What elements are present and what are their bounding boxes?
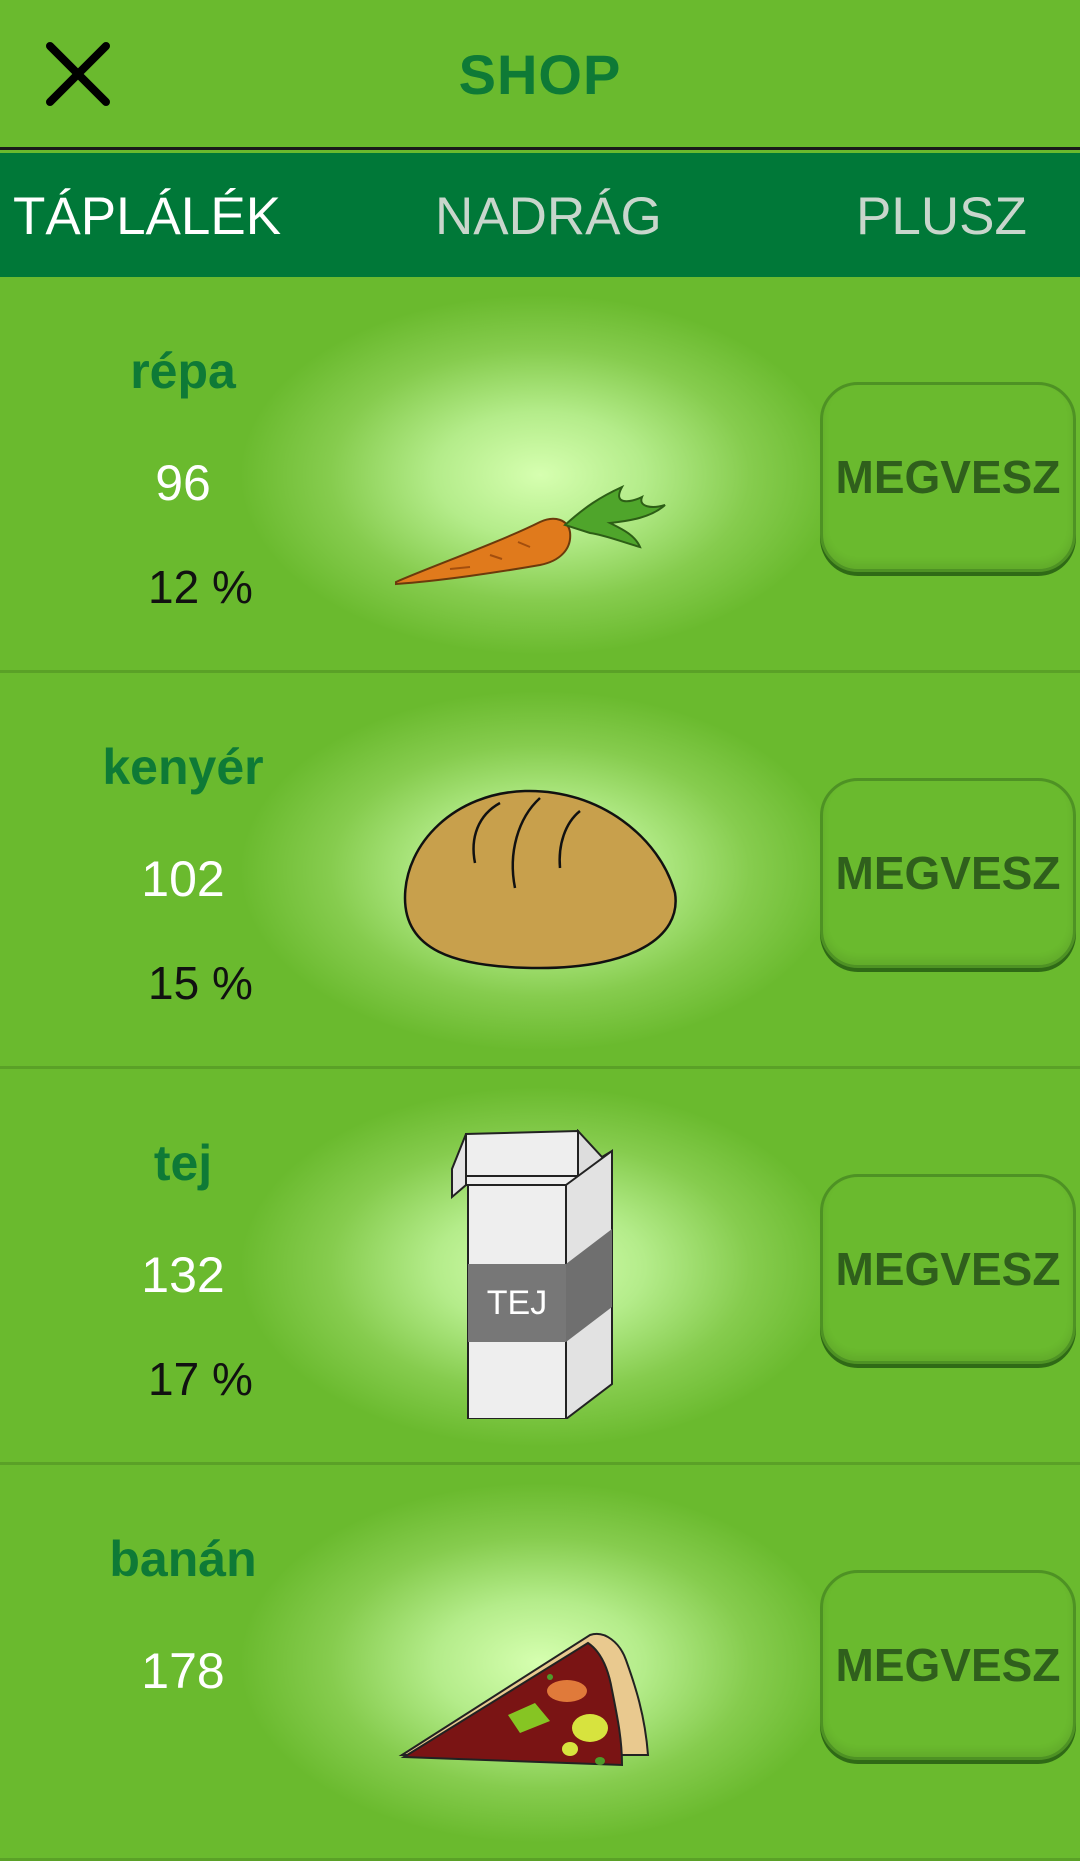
milk-carton-label: TEJ [486,1284,548,1322]
top-bar: SHOP [0,0,1080,150]
milk-carton-icon: TEJ [390,1128,690,1422]
item-name: tej [153,1135,213,1191]
item-price: 132 [141,1247,225,1303]
item-price: 178 [141,1643,225,1699]
tab-bar: TÁPLÁLÉK NADRÁG PLUSZ [0,153,1080,277]
pizza-slice-icon [390,1525,690,1815]
item-price: 96 [155,455,211,511]
tab-plusz[interactable]: PLUSZ [856,186,1027,247]
tab-taplalek[interactable]: TÁPLÁLÉK [13,186,281,247]
shop-item: tej 132 17 % TEJ MEGVESZ [0,1069,1080,1465]
item-name: banán [109,1531,257,1587]
item-name: répa [130,343,236,399]
buy-button[interactable]: MEGVESZ [820,778,1076,968]
buy-button[interactable]: MEGVESZ [820,1174,1076,1364]
carrot-icon [390,337,690,627]
shop-item-list: répa 96 12 % MEGVESZ kenyér 102 15 % MEG… [0,277,1080,1861]
shop-item: répa 96 12 % MEGVESZ [0,277,1080,673]
item-percent: 12 % [148,561,253,613]
buy-button[interactable]: MEGVESZ [820,1570,1076,1760]
buy-button[interactable]: MEGVESZ [820,382,1076,572]
shop-item: banán 178 MEGVESZ [0,1465,1080,1861]
page-title: SHOP [458,43,622,106]
tab-nadrag[interactable]: NADRÁG [435,186,662,247]
item-name: kenyér [102,739,264,795]
item-percent: 15 % [148,957,253,1009]
shop-item: kenyér 102 15 % MEGVESZ [0,673,1080,1069]
bread-icon [390,733,690,1023]
item-percent: 17 % [148,1353,253,1405]
item-price: 102 [141,851,225,907]
